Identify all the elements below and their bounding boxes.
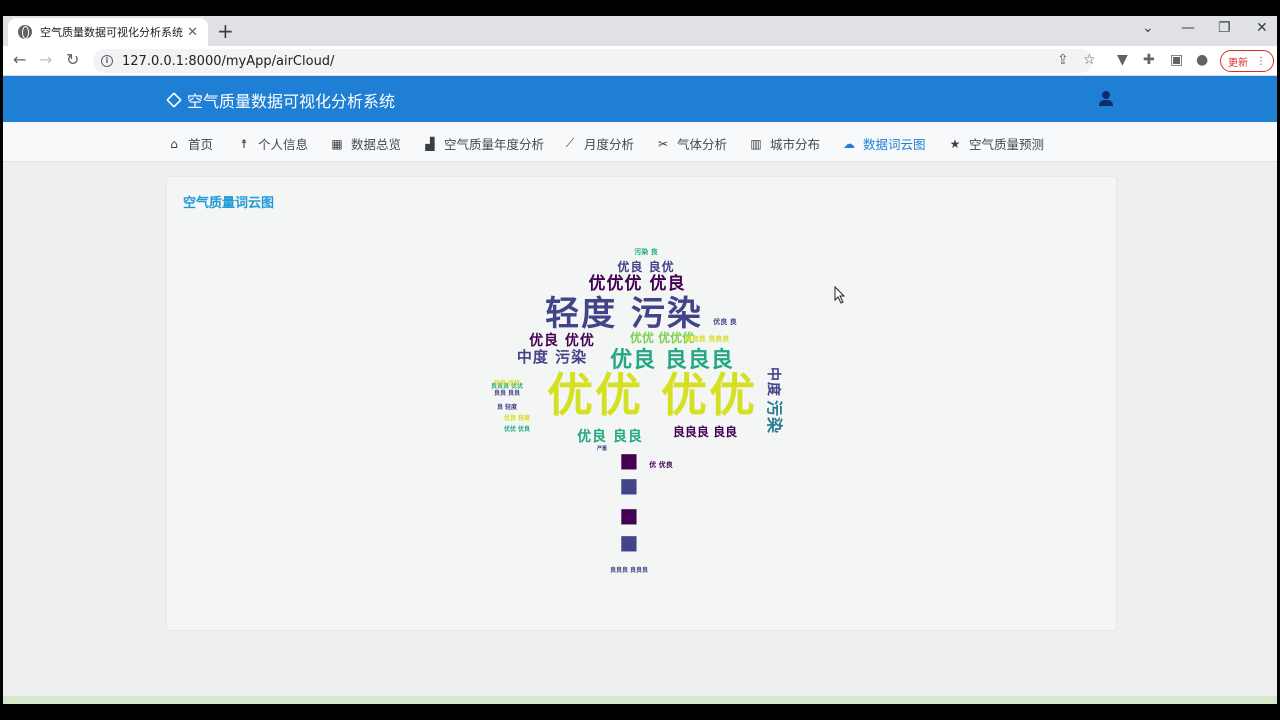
home-icon: ⌂ bbox=[170, 136, 178, 151]
word-cloud-trunk-glyph: ■ bbox=[620, 503, 639, 527]
nav-item-wordcloud[interactable]: ☁ 数据词云图 bbox=[842, 134, 926, 153]
side-panel-icon[interactable]: ▣ bbox=[1170, 52, 1183, 68]
star-icon: ★ bbox=[949, 136, 961, 151]
browser-window: 空气质量数据可视化分析系统 ✕ + ⌄ — ❐ ✕ ← → ↻ i 127.0.… bbox=[3, 16, 1277, 704]
reload-button[interactable]: ↻ bbox=[66, 51, 79, 69]
word-cloud-word: 严重 bbox=[596, 445, 607, 452]
restore-button[interactable]: ❐ bbox=[1218, 20, 1231, 36]
nav-item-city[interactable]: ▥ 城市分布 bbox=[749, 134, 820, 153]
nav-item-profile[interactable]: ☨ 个人信息 bbox=[237, 134, 308, 153]
nav-label: 空气质量年度分析 bbox=[444, 137, 545, 152]
share-icon[interactable]: ⇪ bbox=[1057, 52, 1069, 68]
word-cloud-word: 良良良 良良 bbox=[673, 424, 737, 439]
tab-search-icon[interactable]: ⌄ bbox=[1142, 20, 1154, 36]
user-icon[interactable] bbox=[1099, 91, 1113, 107]
word-cloud-trunk-glyph: ■ bbox=[620, 530, 639, 554]
person-icon: ☨ bbox=[240, 136, 248, 151]
app-title: 空气质量数据可视化分析系统 bbox=[187, 92, 396, 111]
word-cloud-word: 优良 轻度 bbox=[504, 414, 531, 422]
word-cloud-word: 污染 良 bbox=[634, 247, 657, 256]
table-icon: ▦ bbox=[331, 136, 343, 151]
extension-v-icon[interactable]: ▼ bbox=[1117, 52, 1128, 68]
word-cloud-word: 优良 良优 bbox=[617, 259, 674, 274]
word-cloud-word: 良良良 良良良 bbox=[610, 566, 648, 574]
nav-label: 城市分布 bbox=[770, 137, 821, 152]
word-cloud-word: 中度 污染 bbox=[517, 348, 587, 366]
app-brand[interactable]: 空气质量数据可视化分析系统 bbox=[166, 88, 396, 112]
nav-label: 气体分析 bbox=[677, 137, 728, 152]
word-cloud-trunk-glyph: ■ bbox=[620, 448, 639, 472]
wordcloud-card: 空气质量词云图 污染 良优良 良优 优优优 优良 轻度 污染 优良 良优良 优优 优优 … bbox=[166, 176, 1117, 631]
globe-icon bbox=[18, 25, 32, 39]
nav-label: 首页 bbox=[188, 137, 214, 152]
word-cloud-word: 良良 良良 bbox=[494, 389, 520, 397]
bottom-strip bbox=[3, 696, 1277, 704]
mouse-cursor-icon bbox=[834, 286, 846, 304]
word-cloud-word: 优良 优优 bbox=[529, 332, 595, 349]
gas-icon: ✂ bbox=[657, 136, 669, 151]
address-bar[interactable]: i 127.0.0.1:8000/myApp/airCloud/ bbox=[93, 49, 1093, 73]
cloud-icon: ☁ bbox=[843, 136, 855, 151]
word-cloud: 污染 良优良 良优优优优 优良轻度 污染 优良 良优良 优优 优优 优优优良良良 良… bbox=[491, 247, 784, 574]
tab-strip: 空气质量数据可视化分析系统 ✕ + ⌄ — ❐ ✕ bbox=[3, 16, 1277, 46]
main-nav: ⌂ 首页 ☨ 个人信息 ▦ 数据总览 ▟ 空气质量年度分析 ⟋ 月度分析 ✂ 气… bbox=[3, 122, 1277, 162]
bar-chart-icon: ▟ bbox=[425, 136, 435, 151]
nav-label: 月度分析 bbox=[584, 137, 635, 152]
tab-close-button[interactable]: ✕ bbox=[187, 25, 198, 40]
update-label: 更新 bbox=[1228, 57, 1248, 69]
nav-item-monthly[interactable]: ⟋ 月度分析 bbox=[563, 134, 634, 153]
more-menu-icon: ⋮ bbox=[1256, 55, 1266, 67]
new-tab-button[interactable]: + bbox=[217, 20, 234, 42]
word-cloud-word: 优 优良 bbox=[649, 460, 672, 469]
map-icon: ▥ bbox=[750, 136, 762, 151]
line-chart-icon: ⟋ bbox=[565, 136, 575, 150]
word-cloud-trunk-glyph: ■ bbox=[620, 473, 639, 497]
word-cloud-word: 优优 优优 bbox=[547, 368, 757, 422]
word-cloud-word: 优优优 优良 bbox=[589, 273, 686, 294]
tab-title: 空气质量数据可视化分析系统 bbox=[40, 26, 183, 39]
word-cloud-word: 优良 良 bbox=[713, 317, 736, 326]
profile-avatar-icon[interactable]: ● bbox=[1196, 52, 1208, 68]
nav-item-forecast[interactable]: ★ 空气质量预测 bbox=[948, 134, 1044, 153]
nav-item-gas[interactable]: ✂ 气体分析 bbox=[656, 134, 727, 153]
word-cloud-word: 优良 优优 bbox=[494, 379, 520, 387]
update-button[interactable]: 更新 ⋮ bbox=[1220, 50, 1274, 72]
back-button[interactable]: ← bbox=[13, 51, 26, 69]
nav-item-home[interactable]: ⌂ 首页 bbox=[167, 134, 213, 153]
word-cloud-word: 污染 bbox=[765, 400, 784, 434]
close-window-button[interactable]: ✕ bbox=[1256, 20, 1268, 36]
word-cloud-word: 良良良 良良良 bbox=[685, 334, 729, 343]
extensions-puzzle-icon[interactable]: ✚ bbox=[1143, 52, 1155, 68]
browser-toolbar: ← → ↻ i 127.0.0.1:8000/myApp/airCloud/ ⇪… bbox=[3, 46, 1277, 76]
cube-icon bbox=[166, 92, 182, 108]
word-cloud-word: 轻度 污染 bbox=[545, 294, 703, 334]
forward-button[interactable]: → bbox=[39, 51, 52, 69]
nav-item-yearly[interactable]: ▟ 空气质量年度分析 bbox=[423, 134, 544, 153]
nav-label: 空气质量预测 bbox=[969, 137, 1045, 152]
bookmark-star-icon[interactable]: ☆ bbox=[1083, 52, 1096, 68]
site-info-icon[interactable]: i bbox=[101, 55, 113, 67]
nav-item-overview[interactable]: ▦ 数据总览 bbox=[330, 134, 401, 153]
url-text: 127.0.0.1:8000/myApp/airCloud/ bbox=[122, 53, 335, 69]
browser-tab[interactable]: 空气质量数据可视化分析系统 ✕ bbox=[8, 18, 208, 46]
word-cloud-word: 优良 良良 bbox=[577, 428, 643, 445]
nav-label: 数据总览 bbox=[351, 137, 402, 152]
word-cloud-word: 优优 优良 bbox=[504, 425, 530, 433]
minimize-button[interactable]: — bbox=[1181, 20, 1195, 36]
app-header: 空气质量数据可视化分析系统 bbox=[3, 76, 1277, 122]
nav-label: 数据词云图 bbox=[863, 137, 926, 152]
nav-label: 个人信息 bbox=[258, 137, 309, 152]
word-cloud-word: 良 轻度 bbox=[497, 403, 518, 411]
word-cloud-word: 中度 bbox=[765, 367, 782, 397]
